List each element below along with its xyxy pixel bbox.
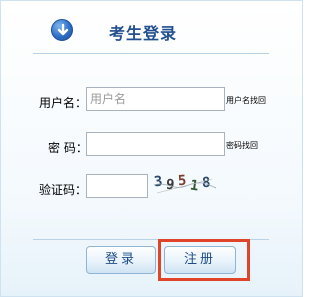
down-arrow-circle-icon (51, 19, 73, 41)
password-label: 密 码： (48, 141, 88, 155)
username-label: 用户名： (39, 96, 88, 110)
captcha-input[interactable] (86, 174, 148, 198)
password-input[interactable] (86, 132, 225, 156)
username-recover-link[interactable]: 用户名找回 (226, 95, 266, 106)
header-divider (33, 53, 269, 54)
login-header: 考生登录 (1, 1, 302, 57)
captcha-noise (154, 178, 216, 194)
captcha-image[interactable]: 3 9 5 1 8 (153, 173, 216, 197)
page-title: 考生登录 (109, 24, 178, 43)
username-input[interactable] (86, 87, 225, 111)
login-button[interactable]: 登录 (86, 246, 156, 274)
captcha-label: 验证码： (39, 183, 88, 197)
password-recover-link[interactable]: 密码找回 (226, 140, 258, 151)
login-panel: 考生登录 用户名： 用户名找回 密 码： 密码找回 验证码： 3 9 5 1 8… (0, 0, 303, 297)
register-button[interactable]: 注册 (164, 246, 236, 274)
